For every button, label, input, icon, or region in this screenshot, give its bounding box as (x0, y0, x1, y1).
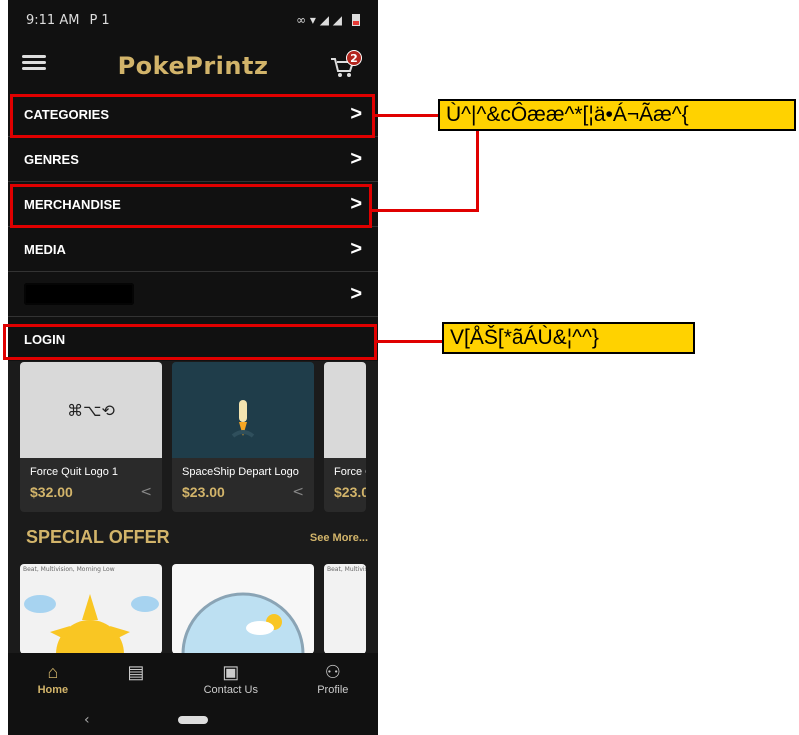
product-carousel: ⌘⌥⟲ Force Quit Logo 1 $32.00 < SpaceShip… (20, 362, 378, 512)
menu-item-merchandise[interactable]: MERCHANDISE > (8, 182, 378, 227)
nav-store[interactable]: ▤ (127, 663, 144, 696)
product-image (324, 362, 366, 458)
menu-item-label: MERCHANDISE (24, 196, 121, 212)
bottom-navigation: ⌂ Home ▤ ▣ Contact Us ⚇ Profile (8, 653, 378, 705)
product-image (172, 362, 314, 458)
phone-screen: 9:11 AM P 1 ∞ ▾ ◢ ◢ PokePrintz 2 CATEGOR… (8, 0, 378, 735)
menu-item-label: LOGIN (24, 331, 66, 347)
redaction-block (24, 283, 134, 305)
connector-line (372, 209, 479, 212)
product-name: Force Quit Logo 1 (30, 466, 119, 478)
special-offer-carousel: Beat, Multivision, Morning Low Beat, Mul… (20, 564, 366, 654)
menu-item-login[interactable]: LOGIN (8, 317, 378, 361)
menu-item-genres[interactable]: GENRES > (8, 137, 378, 182)
product-glyphs: ⌘⌥⟲ (67, 400, 115, 420)
chevron-right-icon: > (350, 147, 362, 170)
menu-item-redacted[interactable]: > (8, 272, 378, 317)
home-icon: ⌂ (47, 661, 59, 682)
cart-icon[interactable]: 2 (330, 50, 362, 78)
sun-cloud-illustration (24, 594, 159, 654)
status-time: 9:11 AM (26, 12, 80, 28)
nav-label: Contact Us (203, 683, 258, 696)
share-icon[interactable]: < (292, 484, 304, 500)
nav-profile[interactable]: ⚇ Profile (317, 663, 348, 696)
annotation-note-1: Ù^|^&cÔææ^*[¦ä•Á¬Ãæ^{ (438, 99, 796, 131)
share-icon[interactable]: < (140, 484, 152, 500)
chevron-right-icon: > (350, 192, 362, 215)
product-card[interactable]: SpaceShip Depart Logo $23.00 < (172, 362, 314, 512)
app-title: PokePrintz (117, 52, 269, 80)
offer-card[interactable]: Beat, Multivision, Morning Low (20, 564, 162, 654)
product-card[interactable]: ⌘⌥⟲ Force Quit Logo 1 $32.00 < (20, 362, 162, 512)
offer-card[interactable]: Beat, Multivision, Morning Low (324, 564, 366, 654)
cart-badge: 2 (346, 50, 362, 66)
product-name: Force Q (334, 466, 366, 478)
app-bar: PokePrintz 2 (8, 40, 378, 92)
product-card[interactable]: Force Q $23.0 (324, 362, 366, 512)
product-price: $23.0 (334, 484, 366, 500)
chevron-right-icon: > (350, 237, 362, 260)
connector-line (375, 114, 438, 117)
annotation-note-2: V[ÅŠ[*ãÁÙ&¦^^} (442, 322, 695, 354)
menu-item-label: MEDIA (24, 241, 66, 257)
rocket-icon (231, 400, 255, 438)
nav-contact[interactable]: ▣ Contact Us (204, 663, 258, 696)
product-price: $32.00 (30, 484, 73, 500)
chat-icon: ▣ (222, 661, 240, 682)
status-right-icons: ∞ ▾ ◢ ◢ (296, 13, 342, 27)
home-pill[interactable] (178, 716, 208, 724)
profile-icon: ⚇ (324, 661, 341, 682)
globe-cloud-illustration (181, 592, 305, 654)
status-bar: 9:11 AM P 1 ∞ ▾ ◢ ◢ (8, 0, 378, 40)
back-icon[interactable]: ‹ (84, 712, 90, 728)
product-image: ⌘⌥⟲ (20, 362, 162, 458)
connector-line (377, 340, 442, 343)
product-price: $23.00 (182, 484, 225, 500)
offer-tag: Beat, Multivision, Morning Low (327, 566, 366, 573)
system-navigation: ‹ (8, 705, 378, 735)
product-name: SpaceShip Depart Logo (182, 466, 299, 478)
battery-icon (352, 14, 360, 26)
nav-label: Profile (317, 683, 349, 696)
nav-label: Home (37, 683, 69, 696)
drawer-menu: CATEGORIES > GENRES > MERCHANDISE > MEDI… (8, 92, 378, 361)
menu-item-media[interactable]: MEDIA > (8, 227, 378, 272)
chevron-right-icon: > (350, 282, 362, 305)
chevron-right-icon: > (350, 102, 362, 125)
special-offer-header: SPECIAL OFFER See More... (26, 527, 368, 548)
hamburger-menu-icon[interactable] (22, 52, 46, 76)
menu-item-label: GENRES (24, 151, 79, 167)
nav-home[interactable]: ⌂ Home (38, 663, 69, 696)
offer-card[interactable] (172, 564, 314, 654)
connector-line (476, 128, 479, 212)
status-left-icons: P 1 (89, 12, 110, 28)
see-more-link[interactable]: See More... (310, 532, 368, 544)
menu-item-label: CATEGORIES (24, 106, 109, 122)
special-offer-title: SPECIAL OFFER (26, 527, 170, 547)
store-icon: ▤ (127, 661, 145, 682)
menu-item-categories[interactable]: CATEGORIES > (8, 92, 378, 137)
